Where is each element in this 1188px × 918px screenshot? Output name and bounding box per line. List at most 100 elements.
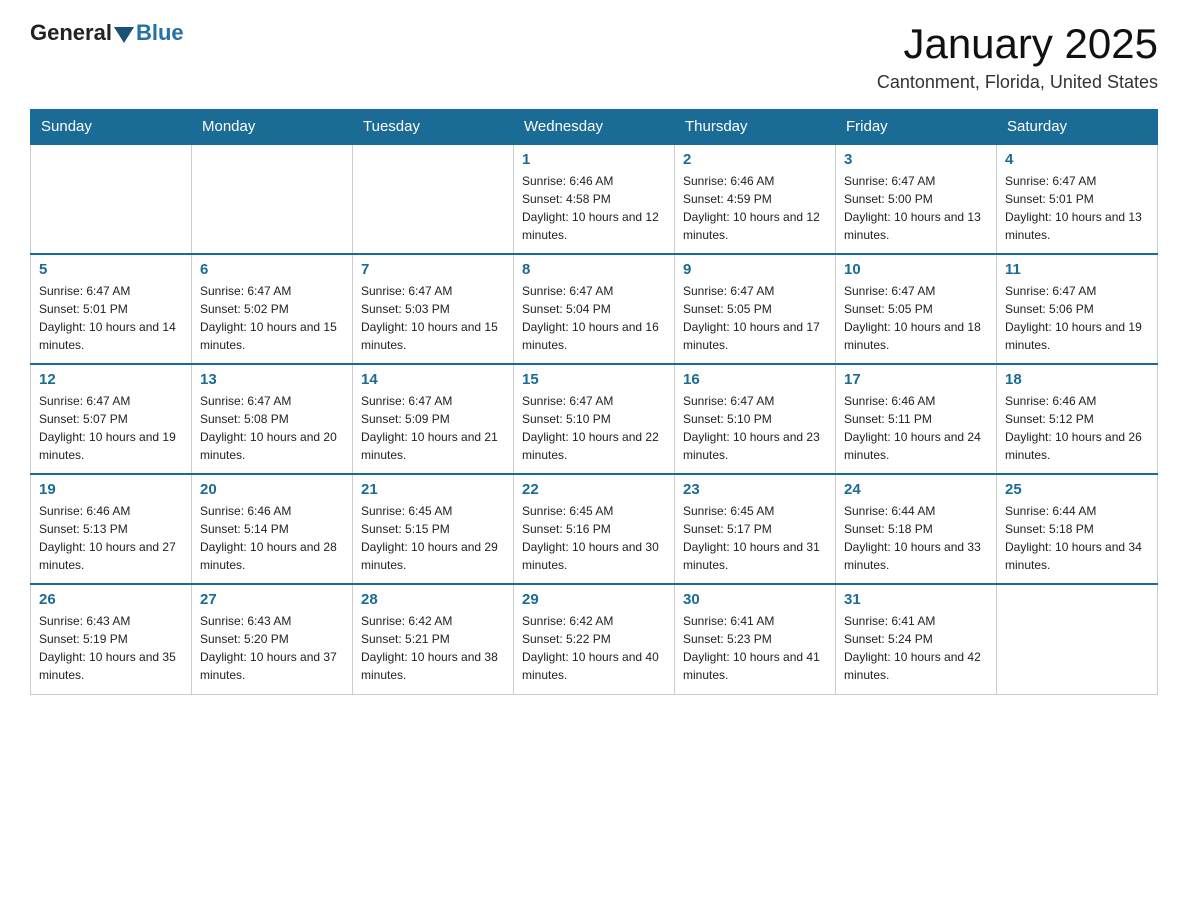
- day-number: 28: [361, 591, 505, 608]
- day-info: Sunrise: 6:45 AM Sunset: 5:15 PM Dayligh…: [361, 502, 505, 574]
- day-info: Sunrise: 6:41 AM Sunset: 5:24 PM Dayligh…: [844, 612, 988, 684]
- day-number: 20: [200, 481, 344, 498]
- weekday-header-tuesday: Tuesday: [353, 110, 514, 145]
- calendar-cell: 20 Sunrise: 6:46 AM Sunset: 5:14 PM Dayli…: [192, 474, 353, 584]
- day-info: Sunrise: 6:47 AM Sunset: 5:10 PM Dayligh…: [522, 392, 666, 464]
- day-info: Sunrise: 6:47 AM Sunset: 5:03 PM Dayligh…: [361, 282, 505, 354]
- day-info: Sunrise: 6:43 AM Sunset: 5:20 PM Dayligh…: [200, 612, 344, 684]
- calendar-cell: [353, 144, 514, 254]
- calendar-cell: 25Sunrise: 6:44 AM Sunset: 5:18 PM Dayli…: [997, 474, 1158, 584]
- logo-triangle-icon: [114, 27, 134, 43]
- calendar-cell: 31 Sunrise: 6:41 AM Sunset: 5:24 PM Dayli…: [836, 584, 997, 694]
- day-info: Sunrise: 6:47 AM Sunset: 5:01 PM Dayligh…: [39, 282, 183, 354]
- day-info: Sunrise: 6:47 AM Sunset: 5:06 PM Dayligh…: [1005, 282, 1149, 354]
- week-row-5: 26 Sunrise: 6:43 AM Sunset: 5:19 PM Dayli…: [31, 584, 1158, 694]
- day-info: Sunrise: 6:47 AM Sunset: 5:04 PM Dayligh…: [522, 282, 666, 354]
- calendar-cell: 14 Sunrise: 6:47 AM Sunset: 5:09 PM Dayli…: [353, 364, 514, 474]
- weekday-header-saturday: Saturday: [997, 110, 1158, 145]
- calendar-cell: 9 Sunrise: 6:47 AM Sunset: 5:05 PM Daylig…: [675, 254, 836, 364]
- day-info: Sunrise: 6:41 AM Sunset: 5:23 PM Dayligh…: [683, 612, 827, 684]
- day-info: Sunrise: 6:47 AM Sunset: 5:09 PM Dayligh…: [361, 392, 505, 464]
- calendar-cell: 29Sunrise: 6:42 AM Sunset: 5:22 PM Dayli…: [514, 584, 675, 694]
- day-number: 11: [1005, 261, 1149, 278]
- day-info: Sunrise: 6:44 AM Sunset: 5:18 PM Dayligh…: [844, 502, 988, 574]
- day-info: Sunrise: 6:45 AM Sunset: 5:17 PM Dayligh…: [683, 502, 827, 574]
- day-info: Sunrise: 6:43 AM Sunset: 5:19 PM Dayligh…: [39, 612, 183, 684]
- calendar-cell: 8 Sunrise: 6:47 AM Sunset: 5:04 PM Daylig…: [514, 254, 675, 364]
- day-number: 24: [844, 481, 988, 498]
- day-info: Sunrise: 6:44 AM Sunset: 5:18 PM Dayligh…: [1005, 502, 1149, 574]
- day-info: Sunrise: 6:46 AM Sunset: 4:59 PM Dayligh…: [683, 172, 827, 244]
- day-number: 26: [39, 591, 183, 608]
- calendar-cell: 7 Sunrise: 6:47 AM Sunset: 5:03 PM Daylig…: [353, 254, 514, 364]
- weekday-header-sunday: Sunday: [31, 110, 192, 145]
- day-number: 14: [361, 371, 505, 388]
- day-info: Sunrise: 6:42 AM Sunset: 5:21 PM Dayligh…: [361, 612, 505, 684]
- calendar-cell: 16 Sunrise: 6:47 AM Sunset: 5:10 PM Dayli…: [675, 364, 836, 474]
- day-number: 10: [844, 261, 988, 278]
- day-number: 1: [522, 151, 666, 168]
- weekday-header-friday: Friday: [836, 110, 997, 145]
- day-number: 13: [200, 371, 344, 388]
- day-info: Sunrise: 6:47 AM Sunset: 5:05 PM Dayligh…: [844, 282, 988, 354]
- day-number: 2: [683, 151, 827, 168]
- day-info: Sunrise: 6:46 AM Sunset: 4:58 PM Dayligh…: [522, 172, 666, 244]
- day-info: Sunrise: 6:47 AM Sunset: 5:05 PM Dayligh…: [683, 282, 827, 354]
- page-header: General Blue January 2025 Cantonment, Fl…: [30, 20, 1158, 93]
- calendar-cell: [997, 584, 1158, 694]
- calendar-cell: 3 Sunrise: 6:47 AM Sunset: 5:00 PM Daylig…: [836, 144, 997, 254]
- day-number: 8: [522, 261, 666, 278]
- day-number: 31: [844, 591, 988, 608]
- day-number: 21: [361, 481, 505, 498]
- day-number: 6: [200, 261, 344, 278]
- day-info: Sunrise: 6:42 AM Sunset: 5:22 PM Dayligh…: [522, 612, 666, 684]
- day-info: Sunrise: 6:47 AM Sunset: 5:10 PM Dayligh…: [683, 392, 827, 464]
- calendar-cell: 5 Sunrise: 6:47 AM Sunset: 5:01 PM Daylig…: [31, 254, 192, 364]
- calendar-cell: 23Sunrise: 6:45 AM Sunset: 5:17 PM Dayli…: [675, 474, 836, 584]
- day-number: 27: [200, 591, 344, 608]
- day-number: 9: [683, 261, 827, 278]
- calendar-cell: 10 Sunrise: 6:47 AM Sunset: 5:05 PM Dayli…: [836, 254, 997, 364]
- calendar-cell: 17Sunrise: 6:46 AM Sunset: 5:11 PM Dayli…: [836, 364, 997, 474]
- day-info: Sunrise: 6:47 AM Sunset: 5:02 PM Dayligh…: [200, 282, 344, 354]
- weekday-header-wednesday: Wednesday: [514, 110, 675, 145]
- day-info: Sunrise: 6:46 AM Sunset: 5:12 PM Dayligh…: [1005, 392, 1149, 464]
- logo-general-text: General: [30, 20, 112, 46]
- day-number: 5: [39, 261, 183, 278]
- calendar-cell: 18 Sunrise: 6:46 AM Sunset: 5:12 PM Dayli…: [997, 364, 1158, 474]
- calendar-cell: 22Sunrise: 6:45 AM Sunset: 5:16 PM Dayli…: [514, 474, 675, 584]
- week-row-4: 19Sunrise: 6:46 AM Sunset: 5:13 PM Dayli…: [31, 474, 1158, 584]
- day-number: 12: [39, 371, 183, 388]
- calendar-cell: [31, 144, 192, 254]
- logo: General Blue: [30, 20, 184, 46]
- location-subtitle: Cantonment, Florida, United States: [877, 72, 1158, 93]
- calendar-cell: 1 Sunrise: 6:46 AM Sunset: 4:58 PM Daylig…: [514, 144, 675, 254]
- title-section: January 2025 Cantonment, Florida, United…: [877, 20, 1158, 93]
- day-info: Sunrise: 6:46 AM Sunset: 5:14 PM Dayligh…: [200, 502, 344, 574]
- day-number: 17: [844, 371, 988, 388]
- logo-blue-text: Blue: [136, 20, 184, 46]
- day-number: 30: [683, 591, 827, 608]
- week-row-3: 12 Sunrise: 6:47 AM Sunset: 5:07 PM Dayli…: [31, 364, 1158, 474]
- week-row-2: 5 Sunrise: 6:47 AM Sunset: 5:01 PM Daylig…: [31, 254, 1158, 364]
- day-number: 3: [844, 151, 988, 168]
- calendar-cell: 21 Sunrise: 6:45 AM Sunset: 5:15 PM Dayli…: [353, 474, 514, 584]
- day-info: Sunrise: 6:47 AM Sunset: 5:01 PM Dayligh…: [1005, 172, 1149, 244]
- calendar-cell: 12 Sunrise: 6:47 AM Sunset: 5:07 PM Dayli…: [31, 364, 192, 474]
- calendar-cell: 6 Sunrise: 6:47 AM Sunset: 5:02 PM Daylig…: [192, 254, 353, 364]
- day-number: 7: [361, 261, 505, 278]
- calendar-cell: 30 Sunrise: 6:41 AM Sunset: 5:23 PM Dayli…: [675, 584, 836, 694]
- weekday-header-monday: Monday: [192, 110, 353, 145]
- calendar-cell: 4Sunrise: 6:47 AM Sunset: 5:01 PM Daylig…: [997, 144, 1158, 254]
- day-number: 22: [522, 481, 666, 498]
- calendar-cell: 24 Sunrise: 6:44 AM Sunset: 5:18 PM Dayli…: [836, 474, 997, 584]
- day-info: Sunrise: 6:47 AM Sunset: 5:08 PM Dayligh…: [200, 392, 344, 464]
- day-number: 16: [683, 371, 827, 388]
- calendar-cell: 11 Sunrise: 6:47 AM Sunset: 5:06 PM Dayli…: [997, 254, 1158, 364]
- day-number: 18: [1005, 371, 1149, 388]
- day-info: Sunrise: 6:47 AM Sunset: 5:00 PM Dayligh…: [844, 172, 988, 244]
- day-info: Sunrise: 6:47 AM Sunset: 5:07 PM Dayligh…: [39, 392, 183, 464]
- calendar-cell: 27 Sunrise: 6:43 AM Sunset: 5:20 PM Dayli…: [192, 584, 353, 694]
- calendar-cell: 13 Sunrise: 6:47 AM Sunset: 5:08 PM Dayli…: [192, 364, 353, 474]
- day-info: Sunrise: 6:46 AM Sunset: 5:13 PM Dayligh…: [39, 502, 183, 574]
